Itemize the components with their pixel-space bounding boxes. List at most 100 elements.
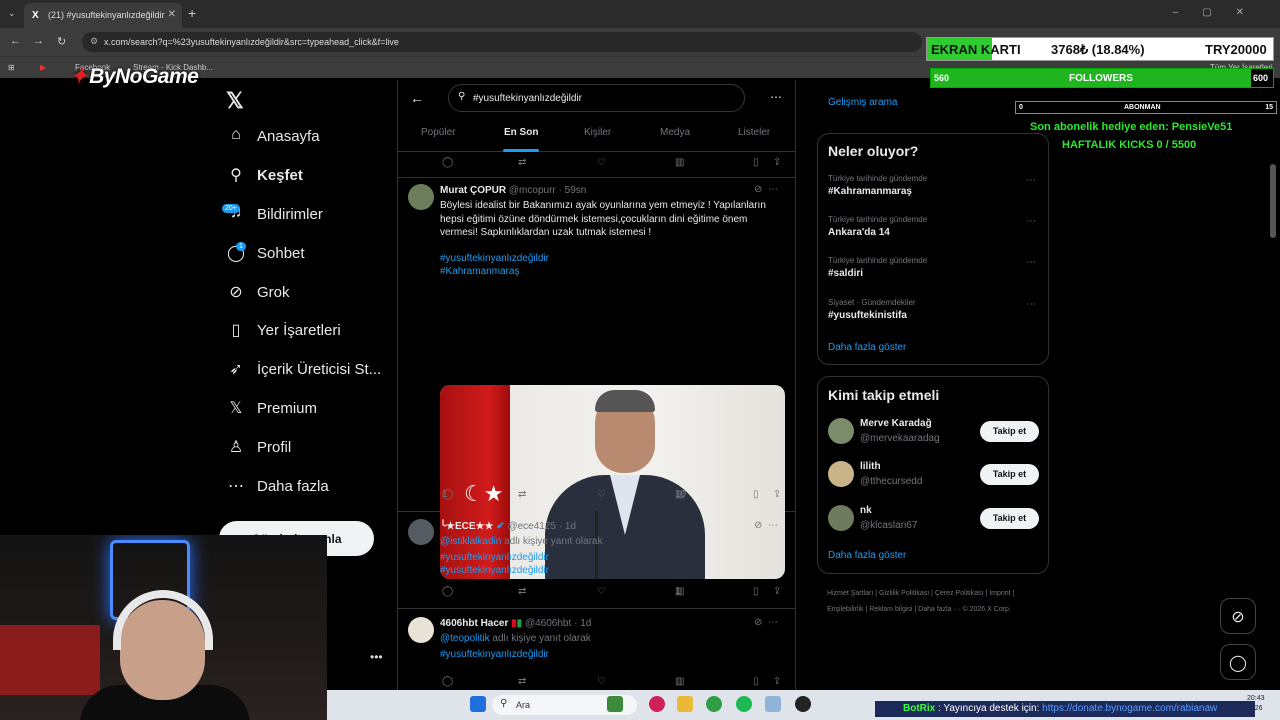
- post-time[interactable]: 1d: [565, 521, 576, 532]
- hashtag-link[interactable]: #yusuftekinyanlızdeğildir: [440, 551, 785, 565]
- like-icon[interactable]: ♡: [597, 489, 606, 500]
- obs-icon[interactable]: [795, 696, 811, 712]
- avatar[interactable]: [408, 617, 434, 643]
- post-hacer[interactable]: 4606hbt Hacer ▮▮ @4606hbt · 1d ⊘ ⋯ @teop…: [398, 609, 795, 690]
- nav-explore[interactable]: ⚲ Keşfet: [226, 163, 396, 193]
- account-menu-icon[interactable]: •••: [370, 650, 383, 664]
- nav-chat[interactable]: ◯ 1 Sohbet: [226, 241, 396, 271]
- advanced-search-link[interactable]: Gelişmiş arama: [828, 97, 897, 108]
- nav-premium[interactable]: 𝕏 Premium: [226, 396, 396, 426]
- trend-name[interactable]: #saldiri: [828, 268, 863, 279]
- suggestion-name[interactable]: nk: [860, 505, 872, 516]
- tab-people[interactable]: Kişiler: [584, 127, 611, 138]
- post-murat-copur[interactable]: Murat ÇOPUR @mcopurr · 59sn ⊘ ⋯ Böylesi …: [398, 178, 795, 579]
- file-explorer-icon[interactable]: [677, 696, 693, 712]
- bookmark-icon[interactable]: ▯: [753, 489, 759, 500]
- trend-name[interactable]: #yusuftekinistifa: [828, 310, 907, 321]
- suggestion-handle[interactable]: @mervekaaradag: [860, 433, 940, 444]
- site-info-icon[interactable]: ⚙: [90, 36, 98, 47]
- footer-links[interactable]: Hizmet Şartları | Gizlilik Politikası | …: [827, 586, 1047, 618]
- nav-notifications[interactable]: ♫ 20+ Bildirimler: [222, 202, 396, 232]
- avatar[interactable]: [828, 505, 854, 531]
- media-player-icon[interactable]: [649, 696, 665, 712]
- repost-icon[interactable]: ⇄: [518, 157, 526, 168]
- more-options-icon[interactable]: ⋯: [768, 184, 778, 195]
- more-options-icon[interactable]: ⋯: [1026, 216, 1036, 227]
- more-options-icon[interactable]: ⋯: [1026, 299, 1036, 310]
- hashtag-link[interactable]: #yusuftekinyanlızdeğildir: [440, 252, 785, 266]
- avatar[interactable]: [408, 184, 434, 210]
- share-icon[interactable]: ⇪: [773, 586, 781, 597]
- tab-latest[interactable]: En Son: [504, 127, 538, 138]
- grok-icon[interactable]: ⊘: [754, 520, 762, 531]
- post-time[interactable]: 59sn: [565, 185, 587, 196]
- repost-icon[interactable]: ⇄: [518, 586, 526, 597]
- nav-bookmarks[interactable]: ▯ Yer İşaretleri: [226, 318, 396, 348]
- show-more-suggestions-link[interactable]: Daha fazla göster: [828, 550, 906, 561]
- bookmark-icon[interactable]: ▯: [753, 676, 759, 687]
- author-handle[interactable]: @ece4125: [507, 521, 556, 532]
- follow-button[interactable]: Takip et: [980, 508, 1039, 529]
- window-controls[interactable]: –▢✕: [1173, 7, 1268, 18]
- share-icon[interactable]: ⇪: [773, 489, 781, 500]
- follow-button[interactable]: Takip et: [980, 421, 1039, 442]
- avatar[interactable]: [828, 418, 854, 444]
- author-handle[interactable]: @4606hbt: [525, 618, 571, 629]
- post-ece[interactable]: ╰★ECE★★ ✔ @ece4125 · 1d ⊘ ⋯ @istiklalkad…: [398, 512, 795, 609]
- author-name[interactable]: Murat ÇOPUR: [440, 185, 506, 196]
- like-icon[interactable]: ♡: [597, 676, 606, 687]
- repost-icon[interactable]: ⇄: [518, 676, 526, 687]
- trend-name[interactable]: #Kahramanmaraş: [828, 186, 912, 197]
- reply-to-link[interactable]: @istiklalkadin: [440, 536, 501, 547]
- post-author[interactable]: ╰★ECE★★ ✔ @ece4125 · 1d: [440, 521, 576, 532]
- follow-button[interactable]: Takip et: [980, 464, 1039, 485]
- back-arrow-icon[interactable]: ←: [410, 90, 424, 106]
- reply-icon[interactable]: ◯: [442, 157, 453, 168]
- trend-name[interactable]: Ankara'da 14: [828, 227, 890, 238]
- windows-start-icon[interactable]: [470, 696, 486, 712]
- messages-button[interactable]: ◯: [1220, 644, 1256, 680]
- hashtag-link[interactable]: #yusuftekinyanlızdeğildir: [440, 648, 785, 662]
- nav-creator-studio[interactable]: ➶ İçerik Üreticisi St...: [226, 357, 396, 387]
- scrollbar[interactable]: [1270, 164, 1276, 238]
- tab-media[interactable]: Medya: [660, 127, 690, 138]
- chrome-icon[interactable]: [706, 696, 722, 712]
- hashtag-link[interactable]: #Kahramanmaraş: [440, 265, 785, 279]
- nav-profile[interactable]: ♙ Profil: [226, 435, 396, 465]
- network-app-icon[interactable]: [765, 696, 781, 712]
- like-icon[interactable]: ♡: [597, 586, 606, 597]
- post-author[interactable]: 4606hbt Hacer ▮▮ @4606hbt · 1d: [440, 618, 591, 629]
- hashtag-link[interactable]: #yusuftekinyanlızdeğildir: [440, 564, 785, 578]
- reload-icon[interactable]: ↻: [57, 35, 66, 48]
- author-name[interactable]: 4606hbt Hacer: [440, 618, 508, 629]
- share-icon[interactable]: ⇪: [773, 157, 781, 168]
- share-icon[interactable]: ⇪: [773, 676, 781, 687]
- tab-lists[interactable]: Listeler: [738, 127, 770, 138]
- apps-icon[interactable]: ⊞: [8, 63, 15, 72]
- forward-icon[interactable]: →: [33, 35, 44, 47]
- nav-grok[interactable]: ⊘ Grok: [226, 280, 396, 310]
- spotify-icon[interactable]: [736, 696, 752, 712]
- x-logo-icon[interactable]: 𝕏: [226, 88, 244, 114]
- url-field[interactable]: ⚙ x.com/search?q=%23yusuftekinyanlızdeği…: [82, 32, 922, 52]
- new-tab-button[interactable]: +: [188, 5, 196, 21]
- reply-icon[interactable]: ◯: [442, 676, 453, 687]
- browser-tab[interactable]: X (21) #yusuftekinyanlızdeğildir ✕: [24, 3, 182, 28]
- trees-widget-icon[interactable]: [607, 696, 623, 712]
- more-options-icon[interactable]: ⋯: [768, 617, 778, 628]
- author-handle[interactable]: @mcopurr: [509, 185, 556, 196]
- youtube-icon[interactable]: ▶: [40, 63, 46, 72]
- grok-icon[interactable]: ⊘: [754, 184, 762, 195]
- suggestion-name[interactable]: Merve Karadağ: [860, 418, 932, 429]
- avatar[interactable]: [408, 519, 434, 545]
- suggestion-name[interactable]: lilith: [860, 461, 881, 472]
- more-options-icon[interactable]: ⋯: [1026, 257, 1036, 268]
- more-options-icon[interactable]: ⋯: [768, 520, 778, 531]
- reply-icon[interactable]: ◯: [442, 586, 453, 597]
- post-author[interactable]: Murat ÇOPUR @mcopurr · 59sn: [440, 185, 586, 196]
- like-icon[interactable]: ♡: [597, 157, 606, 168]
- suggestion-handle[interactable]: @tthecursedd: [860, 476, 922, 487]
- back-icon[interactable]: ←: [10, 35, 21, 47]
- close-tab-icon[interactable]: ✕: [168, 9, 176, 20]
- post-time[interactable]: 1d: [580, 618, 591, 629]
